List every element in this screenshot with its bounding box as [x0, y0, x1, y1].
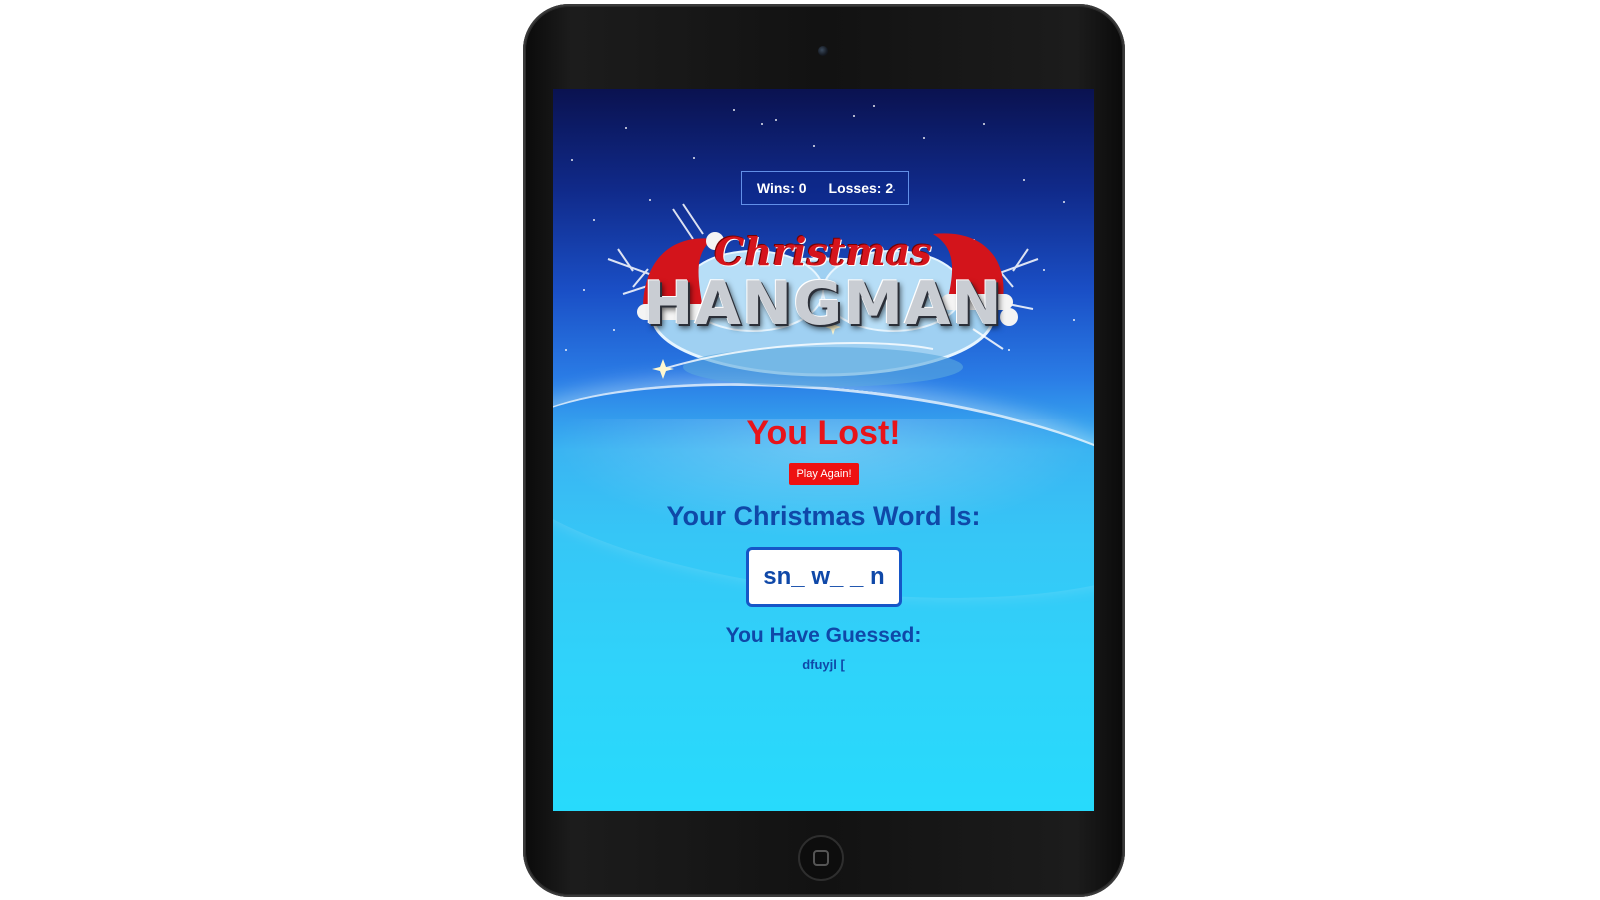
wins-count: Wins: 0: [756, 180, 807, 196]
game-screen: Wins: 0 Losses: 2 Christmas HANGMAN You …: [553, 89, 1094, 811]
word-heading: Your Christmas Word Is:: [666, 501, 981, 531]
home-button-icon: [813, 850, 829, 866]
guessed-heading: You Have Guessed:: [725, 624, 922, 647]
logo-christmas-text: Christmas: [714, 229, 932, 274]
logo-hangman-text: HANGMAN: [643, 269, 1003, 339]
current-word: sn_ w_ _ n: [763, 563, 885, 590]
losses-count: Losses: 2: [828, 180, 894, 196]
play-again-button[interactable]: Play Again!: [789, 463, 859, 485]
camera-icon: [818, 46, 828, 56]
result-message: You Lost!: [746, 414, 901, 452]
guessed-letters: dfuyjl [: [802, 657, 845, 672]
home-button[interactable]: [798, 835, 844, 881]
current-word-display: sn_ w_ _ n: [746, 547, 902, 607]
christmas-hangman-logo: Christmas HANGMAN: [603, 199, 1043, 399]
